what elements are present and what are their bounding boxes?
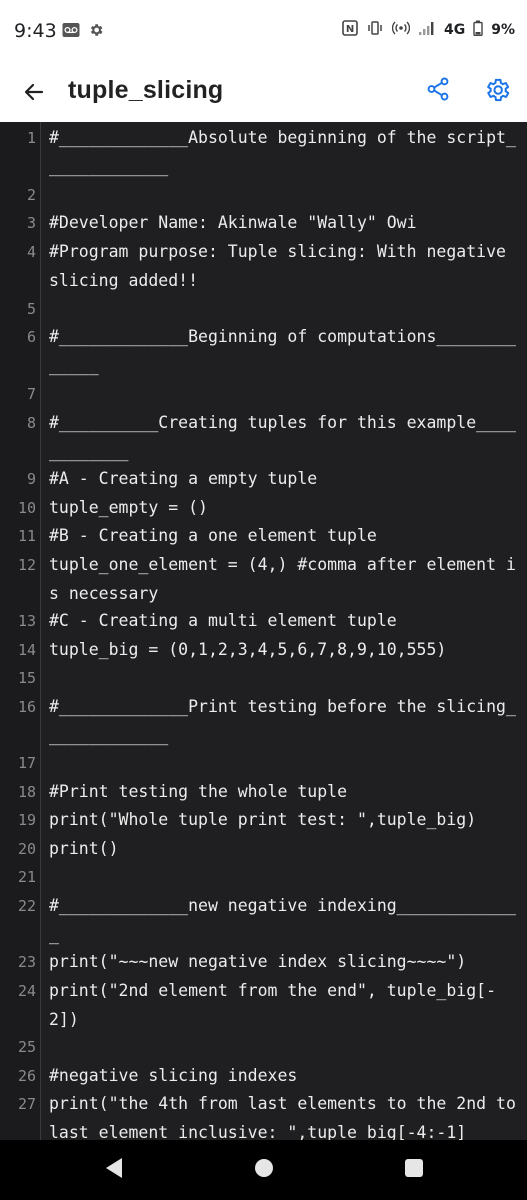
nav-home-button[interactable] (250, 1156, 278, 1184)
nav-home-circle-icon (254, 1158, 274, 1182)
line-number: 14 (17, 641, 36, 659)
nav-recents-button[interactable] (400, 1156, 428, 1184)
app-bar: tuple_slicing (0, 64, 527, 122)
code-text[interactable]: tuple_one_element = (4,) #comma after el… (49, 551, 519, 608)
code-text[interactable]: #_____________new negative indexing_____… (49, 892, 519, 949)
voicemail-icon (62, 22, 80, 42)
status-left-icons (62, 22, 104, 42)
line-number: 4 (26, 243, 36, 261)
settings-gear-icon (88, 22, 104, 42)
code-text[interactable]: #C - Creating a multi element tuple (49, 607, 519, 636)
vibrate-icon (366, 20, 384, 40)
line-number: 2 (26, 186, 36, 204)
line-number: 25 (17, 1038, 36, 1056)
code-text[interactable]: print("~~~new negative index slicing~~~~… (49, 948, 519, 977)
line-number: 23 (17, 953, 36, 971)
line-number: 18 (17, 783, 36, 801)
status-right: N 4G 9% (342, 20, 515, 40)
hotspot-icon (391, 20, 411, 40)
code-text[interactable]: tuple_big = (0,1,2,3,4,5,6,7,8,9,10,555) (49, 636, 519, 665)
code-text[interactable]: print() (49, 835, 519, 864)
svg-text:N: N (346, 24, 354, 35)
back-button[interactable] (16, 76, 52, 112)
code-text[interactable]: #__________Creating tuples for this exam… (49, 409, 519, 466)
line-number: 26 (17, 1067, 36, 1085)
code-editor[interactable]: 1 #_____________Absolute beginning of the… (0, 122, 527, 1140)
page-title: tuple_slicing (68, 76, 224, 104)
system-navigation-bar (0, 1140, 527, 1200)
line-number: 21 (17, 868, 36, 886)
line-number: 24 (17, 982, 36, 1000)
code-text[interactable]: #Developer Name: Akinwale "Wally" Owi (49, 209, 519, 238)
line-number: 6 (26, 328, 36, 346)
settings-button[interactable] (478, 73, 516, 111)
gear-icon (483, 76, 511, 108)
line-number: 16 (17, 698, 36, 716)
nfc-icon: N (342, 20, 358, 40)
line-number: 15 (17, 669, 36, 687)
code-text[interactable]: #Print testing the whole tuple (49, 778, 519, 807)
share-icon (425, 76, 451, 106)
status-bar: 9:43 N 4G 9% (0, 0, 527, 64)
line-number: 11 (17, 527, 36, 545)
line-number: 22 (17, 897, 36, 915)
code-text[interactable]: #A - Creating a empty tuple (49, 465, 519, 494)
code-text[interactable]: #negative slicing indexes (49, 1062, 519, 1091)
nav-recents-square-icon (404, 1158, 424, 1182)
code-text[interactable]: #_____________Print testing before the s… (49, 693, 519, 750)
code-text[interactable]: #B - Creating a one element tuple (49, 522, 519, 551)
line-number: 13 (17, 612, 36, 630)
arrow-left-icon (22, 80, 46, 108)
line-number: 19 (17, 811, 36, 829)
nav-back-triangle-icon (104, 1157, 124, 1183)
share-button[interactable] (420, 73, 456, 109)
code-text[interactable]: print("Whole tuple print test: ",tuple_b… (49, 806, 519, 835)
line-number: 1 (26, 129, 36, 147)
line-number: 3 (26, 214, 36, 232)
line-number: 27 (17, 1095, 36, 1113)
code-text[interactable]: tuple_empty = () (49, 494, 519, 523)
line-number: 20 (17, 840, 36, 858)
line-number: 12 (17, 556, 36, 574)
status-time: 9:43 (14, 20, 57, 42)
nav-back-button[interactable] (100, 1156, 128, 1184)
code-text[interactable]: #_____________Absolute beginning of the … (49, 124, 519, 181)
battery-percent: 9% (491, 22, 515, 38)
line-number: 7 (26, 385, 36, 403)
line-number: 17 (17, 754, 36, 772)
network-type: 4G (443, 22, 466, 38)
code-text[interactable]: #_____________Beginning of computations_… (49, 323, 519, 380)
line-number: 9 (26, 470, 36, 488)
code-text[interactable]: #Program purpose: Tuple slicing: With ne… (49, 238, 519, 295)
code-text[interactable]: print("2nd element from the end", tuple_… (49, 977, 519, 1034)
line-number: 10 (17, 499, 36, 517)
line-number: 5 (26, 300, 36, 318)
code-text[interactable]: print("the 4th from last elements to the… (49, 1090, 519, 1140)
battery-icon (473, 20, 483, 40)
line-number: 8 (26, 414, 36, 432)
signal-icon (418, 20, 436, 40)
